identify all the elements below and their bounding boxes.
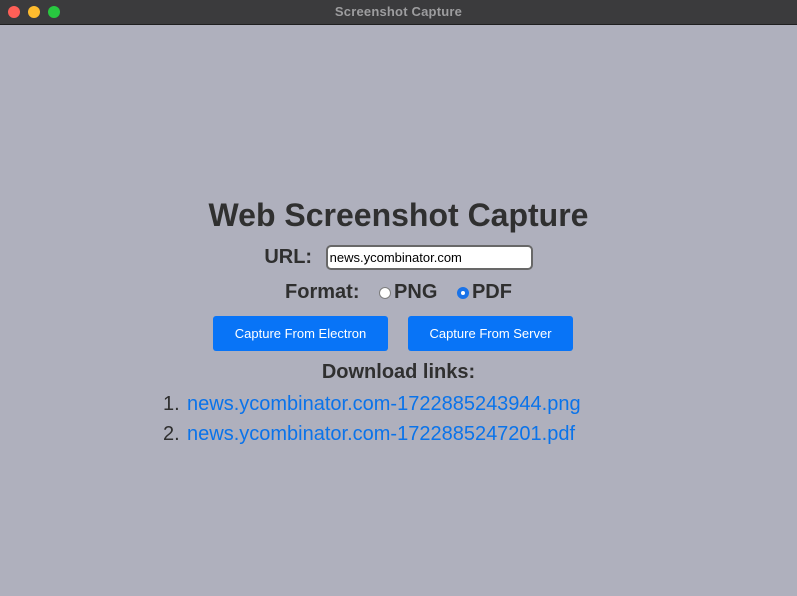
url-input[interactable] xyxy=(325,245,533,270)
format-label: Format: xyxy=(285,281,360,304)
window-title: Screenshot Capture xyxy=(334,4,463,19)
format-option-pdf[interactable]: PDF xyxy=(456,281,512,304)
page-title: Web Screenshot Capture xyxy=(208,197,589,233)
capture-from-server-button[interactable]: Capture From Server xyxy=(408,316,573,351)
png-radio[interactable] xyxy=(379,286,392,299)
download-links-heading: Download links: xyxy=(321,361,476,383)
format-option-png[interactable]: PNG xyxy=(379,281,437,304)
main-content: Web Screenshot Capture URL: Format: PNG … xyxy=(0,25,797,596)
download-link-item: 1. news.ycombinator.com-1722885243944.pn… xyxy=(163,389,581,419)
download-links-list: 1. news.ycombinator.com-1722885243944.pn… xyxy=(163,389,581,449)
title-bar: Screenshot Capture xyxy=(0,0,797,25)
url-row: URL: xyxy=(0,245,797,270)
app-window: Screenshot Capture Web Screenshot Captur… xyxy=(0,0,797,596)
format-row: Format: PNG PDF xyxy=(0,281,797,304)
list-number: 2. xyxy=(163,423,180,445)
pdf-radio-label: PDF xyxy=(471,281,512,304)
capture-from-electron-button[interactable]: Capture From Electron xyxy=(213,316,388,351)
png-radio-label: PNG xyxy=(394,281,438,304)
download-link-pdf[interactable]: news.ycombinator.com-1722885247201.pdf xyxy=(187,423,575,445)
url-label: URL: xyxy=(264,246,313,268)
list-number: 1. xyxy=(163,393,180,415)
download-link-png[interactable]: news.ycombinator.com-1722885243944.png xyxy=(187,393,581,415)
pdf-radio[interactable] xyxy=(456,286,469,299)
download-link-item: 2. news.ycombinator.com-1722885247201.pd… xyxy=(163,419,581,449)
